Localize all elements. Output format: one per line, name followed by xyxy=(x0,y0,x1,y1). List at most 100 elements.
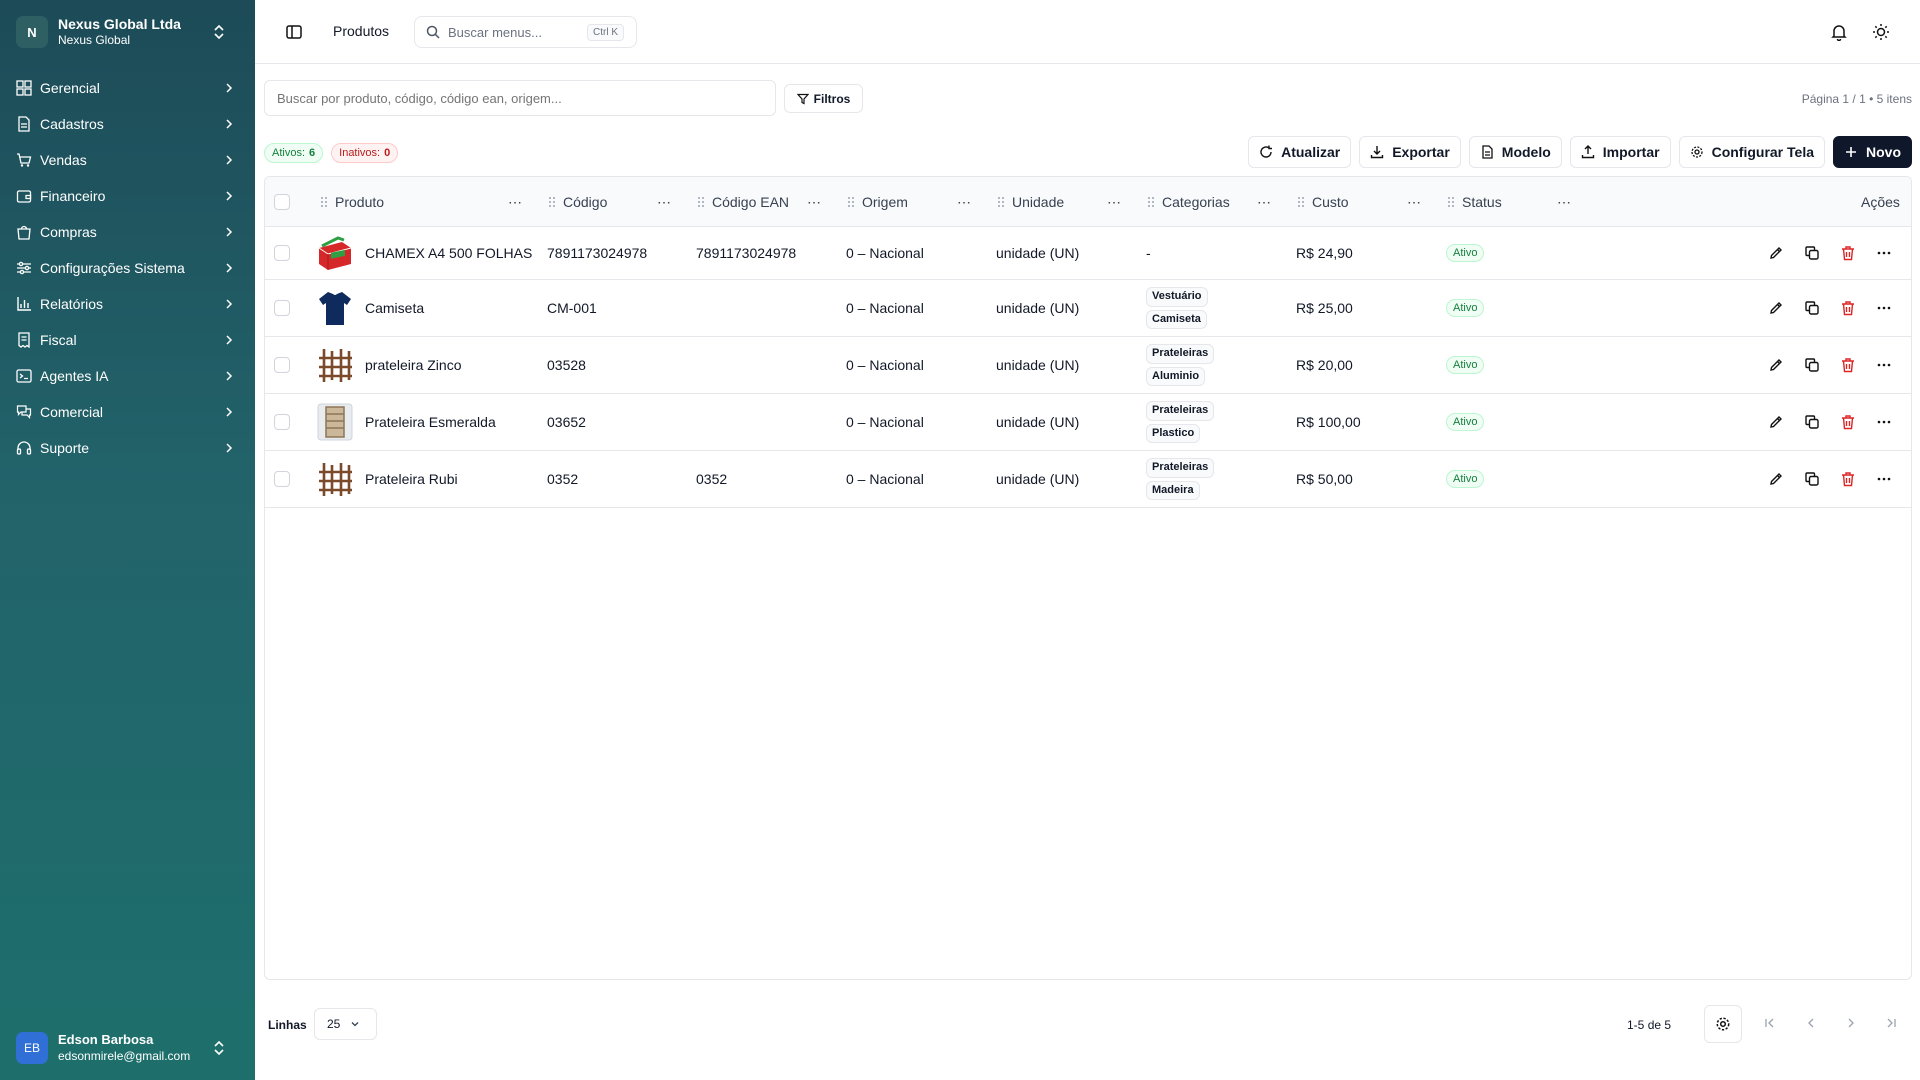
duplicate-icon[interactable] xyxy=(1803,299,1821,317)
table-row[interactable]: Prateleira Esmeralda 03652 0 – Nacional uni… xyxy=(265,394,1911,451)
chevron-right-icon xyxy=(226,371,233,381)
delete-icon[interactable] xyxy=(1839,244,1857,262)
delete-icon[interactable] xyxy=(1839,413,1857,431)
rows-per-page-select[interactable]: 25 xyxy=(314,1008,377,1040)
column-menu-icon[interactable]: ⋯ xyxy=(1557,177,1571,227)
sidebar-item-financeiro[interactable]: Financeiro xyxy=(0,178,255,214)
inactive-count-badge[interactable]: Inativos: 0 xyxy=(331,143,399,163)
sidebar-item-label: Agentes IA xyxy=(40,368,109,384)
export-button[interactable]: Exportar xyxy=(1359,136,1461,168)
range-value: 1-5 xyxy=(1627,1018,1645,1032)
sidebar-item-configuracoes-sistema[interactable]: Configurações Sistema xyxy=(0,250,255,286)
duplicate-icon[interactable] xyxy=(1803,356,1821,374)
sidebar-item-compras[interactable]: Compras xyxy=(0,214,255,250)
duplicate-icon[interactable] xyxy=(1803,413,1821,431)
user-menu[interactable]: EB Edson Barbosa edsonmirele@gmail.com xyxy=(16,1028,244,1068)
drag-handle-icon[interactable] xyxy=(846,196,856,208)
product-origin: 0 – Nacional xyxy=(846,471,924,487)
category-badge: Plastico xyxy=(1146,423,1201,443)
row-checkbox[interactable] xyxy=(274,245,290,261)
drag-handle-icon[interactable] xyxy=(547,196,557,208)
sidebar-item-cadastros[interactable]: Cadastros xyxy=(0,106,255,142)
more-options-icon[interactable] xyxy=(1875,413,1893,431)
sidebar-item-vendas[interactable]: Vendas xyxy=(0,142,255,178)
drag-handle-icon[interactable] xyxy=(319,196,329,208)
active-count-badge[interactable]: Ativos: 6 xyxy=(264,143,324,163)
bell-icon[interactable] xyxy=(1830,23,1848,41)
edit-icon[interactable] xyxy=(1767,356,1785,374)
sidebar-item-suporte[interactable]: Suporte xyxy=(0,430,255,466)
edit-icon[interactable] xyxy=(1767,299,1785,317)
column-header-code[interactable]: Código xyxy=(547,177,607,227)
table-row[interactable]: prateleira Zinco 03528 0 – Nacional unidade… xyxy=(265,337,1911,394)
row-checkbox[interactable] xyxy=(274,471,290,487)
drag-handle-icon[interactable] xyxy=(1446,196,1456,208)
row-checkbox[interactable] xyxy=(274,300,290,316)
new-button[interactable]: Novo xyxy=(1833,136,1912,168)
column-header-cost[interactable]: Custo xyxy=(1296,177,1349,227)
product-unit: unidade (UN) xyxy=(996,357,1080,373)
select-all-checkbox[interactable] xyxy=(274,194,290,210)
column-menu-icon[interactable]: ⋯ xyxy=(1257,177,1271,227)
delete-icon[interactable] xyxy=(1839,356,1857,374)
edit-icon[interactable] xyxy=(1767,244,1785,262)
column-menu-icon[interactable]: ⋯ xyxy=(807,177,821,227)
import-button[interactable]: Importar xyxy=(1569,136,1671,168)
product-code: 03528 xyxy=(547,357,586,373)
more-options-icon[interactable] xyxy=(1875,244,1893,262)
table-header: Produto ⋯ Código ⋯ Código EAN ⋯ Origem ⋯… xyxy=(265,177,1911,227)
row-checkbox[interactable] xyxy=(274,414,290,430)
sidebar-item-agentes-ia[interactable]: Agentes IA xyxy=(0,358,255,394)
drag-handle-icon[interactable] xyxy=(1296,196,1306,208)
duplicate-icon[interactable] xyxy=(1803,470,1821,488)
edit-icon[interactable] xyxy=(1767,470,1785,488)
sidebar-item-comercial[interactable]: Comercial xyxy=(0,394,255,430)
edit-icon[interactable] xyxy=(1767,413,1785,431)
duplicate-icon[interactable] xyxy=(1803,244,1821,262)
row-checkbox[interactable] xyxy=(274,357,290,373)
column-header-status[interactable]: Status xyxy=(1446,177,1502,227)
table-row[interactable]: Prateleira Rubi 0352 0352 0 – Nacional unida… xyxy=(265,451,1911,508)
next-page-icon[interactable] xyxy=(1843,1015,1859,1031)
refresh-button[interactable]: Atualizar xyxy=(1248,136,1352,168)
column-header-categories[interactable]: Categorias xyxy=(1146,177,1230,227)
sidebar-item-fiscal[interactable]: Fiscal xyxy=(0,322,255,358)
column-header-unit[interactable]: Unidade xyxy=(996,177,1064,227)
sliders-icon xyxy=(16,260,32,276)
product-cost: R$ 20,00 xyxy=(1296,357,1353,373)
configure-screen-button[interactable]: Configurar Tela xyxy=(1678,136,1825,168)
first-page-icon[interactable] xyxy=(1762,1015,1778,1031)
more-options-icon[interactable] xyxy=(1875,299,1893,317)
column-menu-icon[interactable]: ⋯ xyxy=(957,177,971,227)
menu-search-input[interactable]: Buscar menus... Ctrl K xyxy=(414,16,637,48)
org-switcher[interactable]: N Nexus Global Ltda Nexus Global xyxy=(16,14,244,50)
previous-page-icon[interactable] xyxy=(1803,1015,1819,1031)
more-options-icon[interactable] xyxy=(1875,470,1893,488)
column-header-ean[interactable]: Código EAN xyxy=(696,177,789,227)
column-menu-icon[interactable]: ⋯ xyxy=(508,177,522,227)
table-settings-button[interactable] xyxy=(1704,1005,1742,1043)
filters-button[interactable]: Filtros xyxy=(784,84,863,113)
last-page-icon[interactable] xyxy=(1883,1015,1899,1031)
more-options-icon[interactable] xyxy=(1875,356,1893,374)
product-code: 7891173024978 xyxy=(547,245,648,261)
column-menu-icon[interactable]: ⋯ xyxy=(1107,177,1121,227)
column-header-product[interactable]: Produto xyxy=(319,177,384,227)
sun-icon[interactable] xyxy=(1872,23,1890,41)
column-menu-icon[interactable]: ⋯ xyxy=(657,177,671,227)
sidebar-item-relatorios[interactable]: Relatórios xyxy=(0,286,255,322)
column-header-origin[interactable]: Origem xyxy=(846,177,908,227)
sidebar-item-gerencial[interactable]: Gerencial xyxy=(0,70,255,106)
product-search-input[interactable] xyxy=(264,80,776,116)
template-button[interactable]: Modelo xyxy=(1468,136,1562,168)
delete-icon[interactable] xyxy=(1839,470,1857,488)
table-row[interactable]: CHAMEX A4 500 FOLHAS 7891173024978 7891173… xyxy=(265,227,1911,280)
drag-handle-icon[interactable] xyxy=(696,196,706,208)
product-categories: Vestuário Camiseta xyxy=(1146,280,1208,336)
delete-icon[interactable] xyxy=(1839,299,1857,317)
drag-handle-icon[interactable] xyxy=(996,196,1006,208)
table-row[interactable]: Camiseta CM-001 0 – Nacional unidade (UN) Ve… xyxy=(265,280,1911,337)
sidebar-toggle-icon[interactable] xyxy=(285,23,303,41)
column-menu-icon[interactable]: ⋯ xyxy=(1407,177,1421,227)
drag-handle-icon[interactable] xyxy=(1146,196,1156,208)
